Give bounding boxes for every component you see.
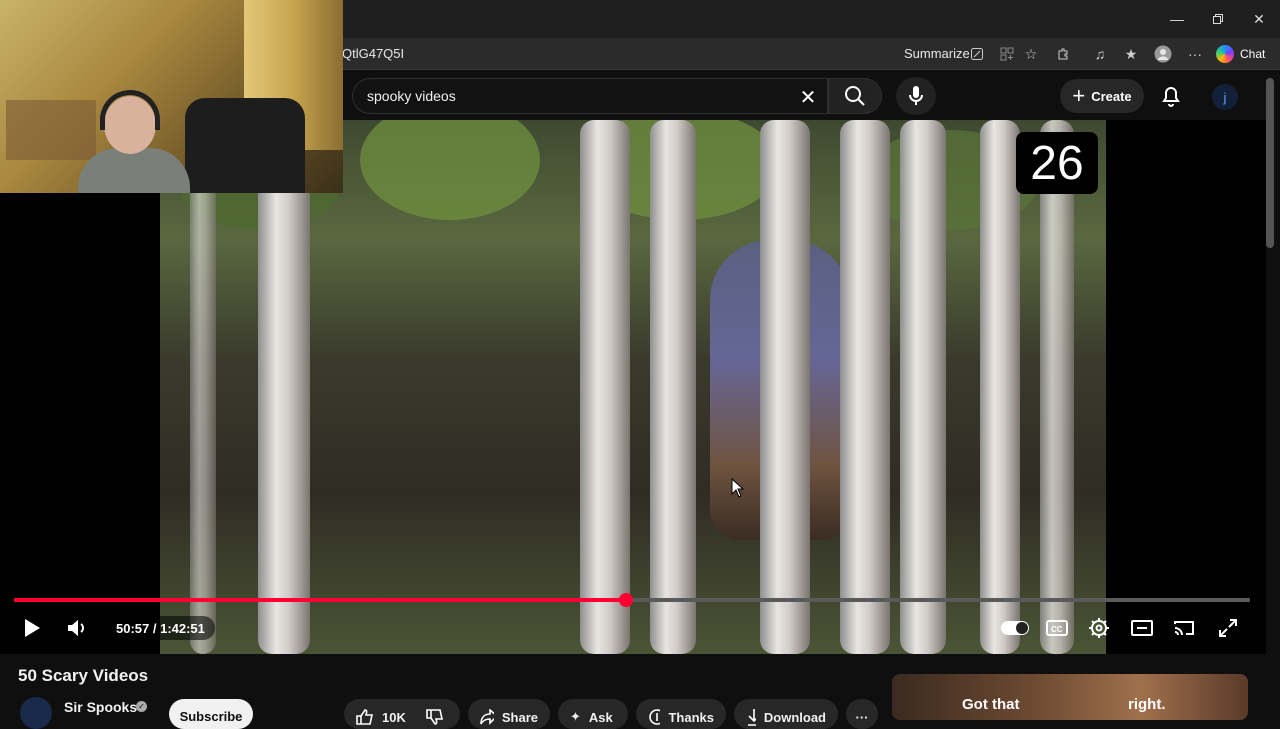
- video-count-overlay: 26: [1016, 132, 1098, 194]
- channel-avatar[interactable]: [20, 697, 52, 729]
- search-input[interactable]: spooky videos ✕: [352, 78, 828, 114]
- search-icon: [845, 86, 865, 106]
- profile-icon[interactable]: [1152, 44, 1174, 64]
- autoplay-toggle[interactable]: [1000, 614, 1030, 642]
- more-menu-icon[interactable]: ···: [1184, 44, 1206, 64]
- volume-icon: [68, 620, 84, 636]
- video-title: 50 Scary Videos: [18, 666, 149, 685]
- copilot-icon: [1216, 45, 1234, 63]
- voice-search-button[interactable]: [896, 77, 936, 115]
- more-actions-button[interactable]: ···: [846, 699, 878, 729]
- notifications-button[interactable]: [1156, 80, 1186, 112]
- favorite-star-icon[interactable]: ☆: [1020, 44, 1042, 64]
- download-label: Download: [763, 709, 826, 725]
- thumbnail-text-a: Got that: [962, 696, 1020, 713]
- theater-icon: [1131, 620, 1153, 636]
- svg-text:CC: CC: [1051, 625, 1063, 634]
- download-button[interactable]: Download: [734, 699, 838, 729]
- summarize-icon[interactable]: [966, 44, 988, 64]
- account-avatar[interactable]: j: [1212, 84, 1238, 110]
- play-button[interactable]: [18, 614, 46, 642]
- like-dislike-group: 10K: [344, 699, 460, 729]
- thumbs-up-icon[interactable]: [356, 709, 374, 725]
- download-icon: [748, 709, 756, 726]
- media-icon[interactable]: ♫: [1089, 44, 1111, 64]
- fullscreen-button[interactable]: [1214, 614, 1242, 642]
- create-label: Create: [1091, 88, 1132, 104]
- share-icon: [480, 709, 494, 725]
- more-icon: ···: [855, 709, 869, 725]
- like-count[interactable]: 10K: [382, 710, 406, 725]
- captions-button[interactable]: CC: [1044, 614, 1070, 642]
- autoplay-toggle-icon: [1001, 621, 1029, 635]
- copilot-chat-button[interactable]: Chat: [1216, 43, 1265, 65]
- cast-button[interactable]: [1170, 614, 1198, 642]
- thanks-icon: [649, 709, 661, 725]
- webcam-overlay: [0, 0, 343, 193]
- thumbs-down-icon[interactable]: [426, 709, 444, 725]
- sparkle-icon: ✦: [570, 709, 581, 724]
- video-frame[interactable]: [160, 120, 1106, 654]
- minimize-icon[interactable]: —: [1162, 6, 1192, 32]
- recommended-video-thumbnail[interactable]: Got that right.: [892, 674, 1248, 720]
- favorites-icon[interactable]: ★: [1120, 44, 1142, 64]
- settings-button[interactable]: [1086, 614, 1112, 642]
- gear-icon: [1089, 618, 1109, 638]
- summarize-button[interactable]: Summarize: [904, 46, 970, 61]
- headset-icon: [100, 90, 160, 130]
- mouse-cursor-icon: [731, 478, 745, 498]
- extensions-icon[interactable]: [1052, 44, 1074, 64]
- plus-icon: +: [1072, 83, 1086, 108]
- create-button[interactable]: + Create: [1060, 79, 1144, 113]
- captions-icon: CC: [1046, 620, 1068, 636]
- chat-label: Chat: [1240, 47, 1266, 61]
- progress-fill: [14, 598, 626, 602]
- clear-search-icon[interactable]: ✕: [795, 84, 821, 110]
- webcam-background: [6, 100, 96, 160]
- page-scrollbar[interactable]: [1266, 78, 1274, 248]
- verified-icon: ✓: [136, 701, 147, 712]
- share-label: Share: [501, 709, 538, 725]
- ask-button[interactable]: ✦ Ask: [558, 699, 628, 729]
- app-grid-icon[interactable]: [996, 44, 1018, 64]
- share-button[interactable]: Share: [468, 699, 550, 729]
- time-display: 50:57 / 1:42:51: [106, 616, 215, 640]
- search-button[interactable]: [828, 78, 882, 114]
- ask-label: Ask: [588, 709, 613, 725]
- thanks-button[interactable]: Thanks: [636, 699, 726, 729]
- webcam-chair: [185, 98, 305, 193]
- volume-button[interactable]: [62, 614, 92, 642]
- cast-icon: [1174, 621, 1194, 636]
- microphone-icon: [909, 86, 923, 105]
- subscribe-button[interactable]: Subscribe: [169, 699, 253, 729]
- play-icon: [25, 619, 40, 637]
- webcam-person-body: [78, 148, 190, 193]
- close-icon[interactable]: ✕: [1244, 6, 1274, 32]
- channel-name[interactable]: Sir Spooks: [64, 699, 137, 715]
- progress-bar[interactable]: [14, 593, 1250, 607]
- url-field[interactable]: QtlG47Q5I: [342, 46, 404, 61]
- thumbnail-text-b: right.: [1128, 696, 1166, 713]
- search-query: spooky videos: [367, 88, 456, 104]
- progress-scrubber[interactable]: [618, 593, 633, 607]
- theater-mode-button[interactable]: [1128, 614, 1156, 642]
- restore-icon[interactable]: [1203, 6, 1233, 32]
- thanks-label: Thanks: [668, 709, 714, 725]
- bell-icon: [1162, 87, 1180, 107]
- fullscreen-icon: [1219, 619, 1237, 637]
